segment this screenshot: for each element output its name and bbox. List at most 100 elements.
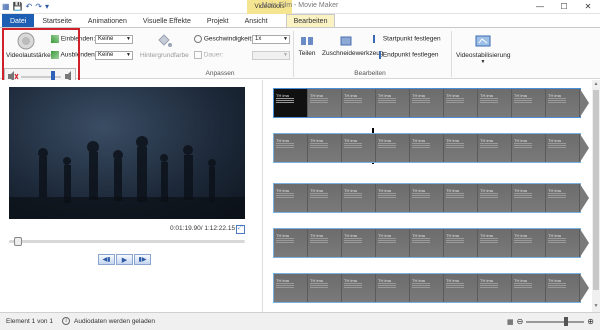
video-frame-thumbnail[interactable]: TH ima [376, 229, 410, 257]
tab-file[interactable]: Datei [2, 14, 35, 28]
video-frame-thumbnail[interactable]: TH ima [546, 89, 580, 117]
tab-edit[interactable]: Bearbeiten [285, 14, 336, 28]
speed-label: Geschwindigkeit: [203, 35, 253, 43]
video-frame-thumbnail[interactable]: TH ima [444, 89, 478, 117]
frame-text-lines [378, 238, 396, 239]
storyboard-view-icon[interactable]: ▦ [507, 318, 514, 326]
fullscreen-button[interactable]: ⤢ [236, 225, 245, 234]
video-frame-thumbnail[interactable]: TH ima [512, 274, 546, 302]
split-icon [301, 37, 313, 45]
video-frame-thumbnail[interactable]: TH ima [546, 134, 580, 162]
set-end-button[interactable]: Endpunkt festlegen [373, 51, 438, 59]
frame-text-lines [412, 193, 430, 194]
fade-out-dropdown[interactable]: Keine ▼ [95, 51, 133, 60]
fade-in-dropdown[interactable]: Keine ▼ [95, 35, 133, 44]
timeline-scrollbar[interactable]: ▲ ▼ [592, 80, 600, 312]
video-frame-thumbnail[interactable]: TH ima [274, 134, 308, 162]
video-frame-thumbnail[interactable]: TH ima [376, 134, 410, 162]
frame-row: TH ima TH ima TH ima TH ima TH ima TH ima TH i… [274, 184, 580, 212]
video-frame-thumbnail[interactable]: TH ima [308, 134, 342, 162]
video-preview[interactable] [9, 87, 245, 219]
tab-project[interactable]: Projekt [199, 14, 237, 28]
video-frame-thumbnail[interactable]: TH ima [376, 184, 410, 212]
video-frame-thumbnail[interactable]: TH ima [308, 229, 342, 257]
video-frame-thumbnail[interactable]: TH ima [512, 89, 546, 117]
video-frame-thumbnail[interactable]: TH ima [444, 184, 478, 212]
video-frame-thumbnail[interactable]: TH ima [274, 89, 308, 117]
frame-row: TH ima TH ima TH ima TH ima TH ima TH ima TH i… [274, 89, 580, 117]
video-frame-thumbnail[interactable]: TH ima [274, 274, 308, 302]
frame-text-lines [344, 238, 362, 239]
video-frame-thumbnail[interactable]: TH ima [410, 229, 444, 257]
video-frame-thumbnail[interactable]: TH ima [478, 274, 512, 302]
video-frame-thumbnail[interactable]: TH ima [546, 229, 580, 257]
video-frame-thumbnail[interactable]: TH ima [478, 229, 512, 257]
zoom-slider-thumb[interactable] [564, 316, 569, 326]
minimize-button[interactable]: — [528, 0, 552, 14]
video-frame-thumbnail[interactable]: TH ima [512, 229, 546, 257]
video-frame-thumbnail[interactable]: TH ima [342, 134, 376, 162]
video-frame-thumbnail[interactable]: TH ima [376, 89, 410, 117]
video-frame-thumbnail[interactable]: TH ima [342, 274, 376, 302]
video-frame-thumbnail[interactable]: TH ima [512, 134, 546, 162]
timeline-strip[interactable]: TH ima TH ima TH ima TH ima TH ima TH ima TH i… [273, 273, 589, 303]
video-frame-thumbnail[interactable]: TH ima [308, 184, 342, 212]
timeline-strip[interactable]: TH ima TH ima TH ima TH ima TH ima TH ima TH i… [273, 133, 589, 163]
info-icon: i [62, 317, 70, 325]
tab-view[interactable]: Ansicht [237, 14, 276, 28]
group-adjust-label: Anpassen [205, 70, 235, 77]
seek-bar[interactable] [9, 237, 245, 246]
video-frame-thumbnail[interactable]: TH ima [308, 89, 342, 117]
tab-visual-effects[interactable]: Visuelle Effekte [135, 14, 199, 28]
video-frame-thumbnail[interactable]: TH ima [410, 274, 444, 302]
previous-frame-button[interactable]: ◀▮ [98, 254, 115, 265]
zoom-slider[interactable] [526, 316, 585, 326]
zoom-out-icon[interactable]: ⊖ [517, 317, 524, 326]
video-frame-thumbnail[interactable]: TH ima [410, 89, 444, 117]
video-frame-thumbnail[interactable]: TH ima [410, 134, 444, 162]
set-start-button[interactable]: Startpunkt festlegen [373, 35, 441, 43]
video-stabilization-button[interactable]: Videostabilisierung ▼ [456, 32, 510, 65]
video-frame-thumbnail[interactable]: TH ima [274, 229, 308, 257]
timeline-strip[interactable]: TH ima TH ima TH ima TH ima TH ima TH ima TH i… [273, 183, 589, 213]
zoom-in-icon[interactable]: ⊕ [587, 317, 594, 326]
tab-home[interactable]: Startseite [34, 14, 80, 28]
scroll-thumb[interactable] [593, 90, 599, 290]
video-frame-thumbnail[interactable]: TH ima [444, 274, 478, 302]
timeline-strip[interactable]: TH ima TH ima TH ima TH ima TH ima TH ima TH i… [273, 228, 589, 258]
video-frame-thumbnail[interactable]: TH ima [342, 184, 376, 212]
group-divider [451, 31, 452, 77]
frame-text-lines [310, 238, 328, 239]
scroll-down-icon[interactable]: ▼ [592, 303, 600, 311]
video-frame-thumbnail[interactable]: TH ima [376, 274, 410, 302]
next-frame-button[interactable]: ▮▶ [134, 254, 151, 265]
duration-field[interactable]: ▼ [252, 51, 290, 60]
group-divider [293, 31, 294, 77]
split-button[interactable]: Teilen [297, 34, 317, 57]
video-frame-thumbnail[interactable]: TH ima [478, 134, 512, 162]
trim-tool-button[interactable]: Zuschneidewerkzeug [322, 34, 383, 57]
tab-animations[interactable]: Animationen [80, 14, 135, 28]
video-frame-thumbnail[interactable]: TH ima [342, 229, 376, 257]
video-frame-thumbnail[interactable]: TH ima [274, 184, 308, 212]
video-frame-thumbnail[interactable]: TH ima [342, 89, 376, 117]
speed-dropdown[interactable]: 1x ▼ [252, 35, 290, 44]
video-frame-thumbnail[interactable]: TH ima [308, 274, 342, 302]
frame-text-lines [344, 98, 362, 99]
seek-thumb[interactable] [14, 237, 22, 246]
video-frame-thumbnail[interactable]: TH ima [512, 184, 546, 212]
video-frame-thumbnail[interactable]: TH ima [410, 184, 444, 212]
timeline-strip[interactable]: TH ima TH ima TH ima TH ima TH ima TH ima TH i… [273, 88, 589, 118]
play-button[interactable]: ▶ [116, 254, 133, 265]
video-frame-thumbnail[interactable]: TH ima [478, 184, 512, 212]
video-frame-thumbnail[interactable]: TH ima [478, 89, 512, 117]
video-frame-thumbnail[interactable]: TH ima [546, 274, 580, 302]
close-button[interactable]: ✕ [576, 0, 600, 14]
background-color-label: Hintergrundfarbe [140, 52, 189, 59]
video-frame-thumbnail[interactable]: TH ima [546, 184, 580, 212]
scroll-up-icon[interactable]: ▲ [592, 81, 600, 89]
maximize-button[interactable]: ☐ [552, 0, 576, 14]
video-frame-thumbnail[interactable]: TH ima [444, 134, 478, 162]
video-frame-thumbnail[interactable]: TH ima [444, 229, 478, 257]
background-color-button[interactable]: Hintergrundfarbe [140, 32, 189, 59]
